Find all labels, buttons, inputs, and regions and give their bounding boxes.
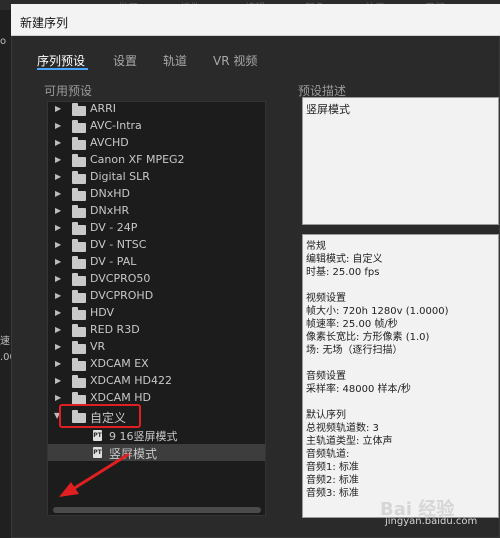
left-panel-text: o xyxy=(0,36,7,47)
preset-folder-row[interactable]: ▶ DV - PAL xyxy=(48,254,265,271)
chevron-right-icon[interactable]: ▶ xyxy=(55,308,61,317)
chevron-right-icon[interactable]: ▶ xyxy=(55,206,61,215)
folder-icon xyxy=(72,358,86,371)
preset-folder-row[interactable]: ▶ VR xyxy=(48,339,265,356)
horizontal-scrollbar[interactable] xyxy=(53,507,261,513)
details-line: 场: 无场（逐行扫描） xyxy=(306,345,403,356)
preset-item-label: 9 16竖屏模式 xyxy=(109,430,178,443)
preset-folder-row[interactable]: ▶ Canon XF MPEG2 xyxy=(48,152,265,169)
preset-folder-label: DV - NTSC xyxy=(90,238,147,251)
preset-folder-label: Canon XF MPEG2 xyxy=(90,153,185,166)
folder-icon xyxy=(72,222,86,235)
folder-icon xyxy=(72,290,86,303)
preset-folder-label: HDV xyxy=(90,306,115,319)
preset-folder-row[interactable]: ▶ AVCHD xyxy=(48,135,265,152)
preset-description-text: 竖屏模式 xyxy=(306,103,350,116)
preset-item-row[interactable]: PT 9 16竖屏模式 xyxy=(48,427,265,444)
preset-folder-row[interactable]: ▶ XDCAM EX xyxy=(48,356,265,373)
chevron-right-icon[interactable]: ▶ xyxy=(55,240,61,249)
folder-icon xyxy=(72,188,86,201)
active-tab-indicator xyxy=(37,68,88,70)
preset-folder-label: DV - PAL xyxy=(90,255,137,268)
chevron-right-icon[interactable]: ▶ xyxy=(55,376,61,385)
preset-folder-label: DV - 24P xyxy=(90,221,138,234)
folder-icon xyxy=(72,171,86,184)
annotation-arrow-head xyxy=(59,482,79,497)
annotation-highlight-box xyxy=(59,404,141,428)
dialog-titlebar[interactable]: 新建序列 xyxy=(11,4,500,36)
preset-folder-label: XDCAM EX xyxy=(90,357,149,370)
details-line: 时基: 25.00 fps xyxy=(306,267,380,278)
chevron-right-icon[interactable]: ▶ xyxy=(55,342,61,351)
preset-folder-row[interactable]: ▶ DV - NTSC xyxy=(48,237,265,254)
preset-folder-label: RED R3D xyxy=(90,323,140,336)
preset-folder-row[interactable]: ▶ DVCPRO50 xyxy=(48,271,265,288)
folder-icon xyxy=(72,375,86,388)
folder-icon xyxy=(72,324,86,337)
preset-folder-label: DVCPROHD xyxy=(90,289,154,302)
preset-folder-label: DNxHD xyxy=(90,187,130,200)
preset-folder-row[interactable]: ▶ DNxHR xyxy=(48,203,265,220)
chevron-right-icon[interactable]: ▶ xyxy=(55,359,61,368)
chevron-right-icon[interactable]: ▶ xyxy=(55,223,61,232)
chevron-right-icon[interactable]: ▶ xyxy=(55,121,61,130)
folder-icon xyxy=(72,273,86,286)
folder-icon xyxy=(72,239,86,252)
chevron-right-icon[interactable]: ▶ xyxy=(55,155,61,164)
details-line: 音频3: 标准 xyxy=(306,488,359,499)
dialog-title: 新建序列 xyxy=(20,16,69,30)
tab-vr-video[interactable]: VR 视频 xyxy=(213,52,257,69)
folder-icon xyxy=(72,307,86,320)
folder-icon xyxy=(72,154,86,167)
chevron-right-icon[interactable]: ▶ xyxy=(55,291,61,300)
preset-folder-row[interactable]: ▶ DVCPROHD xyxy=(48,288,265,305)
folder-icon xyxy=(72,137,86,150)
folder-icon xyxy=(72,103,86,116)
preset-folder-row[interactable]: ▶ HDV xyxy=(48,305,265,322)
chevron-right-icon[interactable]: ▶ xyxy=(55,393,61,402)
preset-folder-label: AVCHD xyxy=(90,136,129,149)
preset-folder-row[interactable]: ▶ RED R3D xyxy=(48,322,265,339)
preset-folder-row[interactable]: ▶ DNxHD xyxy=(48,186,265,203)
tab-tracks[interactable]: 轨道 xyxy=(163,52,187,69)
preset-folder-label: XDCAM HD422 xyxy=(90,374,172,387)
preset-folder-label: DNxHR xyxy=(90,204,130,217)
preset-folder-label: VR xyxy=(90,340,106,353)
chevron-right-icon[interactable]: ▶ xyxy=(55,138,61,147)
folder-icon xyxy=(72,205,86,218)
preset-folder-label: DVCPRO50 xyxy=(90,272,151,285)
preset-folder-row[interactable]: ▶ AVC-Intra xyxy=(48,118,265,135)
folder-icon xyxy=(72,341,86,354)
preset-folder-label: Digital SLR xyxy=(90,170,150,183)
folder-icon xyxy=(72,120,86,133)
details-line: 采样率: 48000 样本/秒 xyxy=(306,384,411,395)
preset-folder-row[interactable]: ▶ DV - 24P xyxy=(48,220,265,237)
preset-folder-label: ARRI xyxy=(90,102,117,115)
chevron-right-icon[interactable]: ▶ xyxy=(55,189,61,198)
chevron-right-icon[interactable]: ▶ xyxy=(55,104,61,113)
annotation-arrow-icon xyxy=(59,452,130,497)
chevron-right-icon[interactable]: ▶ xyxy=(55,274,61,283)
chevron-right-icon[interactable]: ▶ xyxy=(55,257,61,266)
left-panel-text: 速 xyxy=(0,336,10,347)
preset-folder-label: AVC-Intra xyxy=(90,119,142,132)
tab-settings[interactable]: 设置 xyxy=(113,52,137,69)
available-presets-label: 可用预设 xyxy=(44,84,93,98)
tab-sequence-presets[interactable]: 序列预设 xyxy=(37,52,85,69)
chevron-right-icon[interactable]: ▶ xyxy=(55,172,61,181)
preset-folder-row[interactable]: ▶ XDCAM HD422 xyxy=(48,373,265,390)
preset-folder-row[interactable]: ▶ Digital SLR xyxy=(48,169,265,186)
chevron-right-icon[interactable]: ▶ xyxy=(55,325,61,334)
preset-folder-label: XDCAM HD xyxy=(90,391,151,404)
watermark-url: jingyan.baidu.com xyxy=(385,516,478,527)
preset-folder-row[interactable]: ▶ ARRI xyxy=(48,101,265,118)
preset-file-icon: PT xyxy=(93,430,102,441)
folder-icon xyxy=(72,256,86,269)
